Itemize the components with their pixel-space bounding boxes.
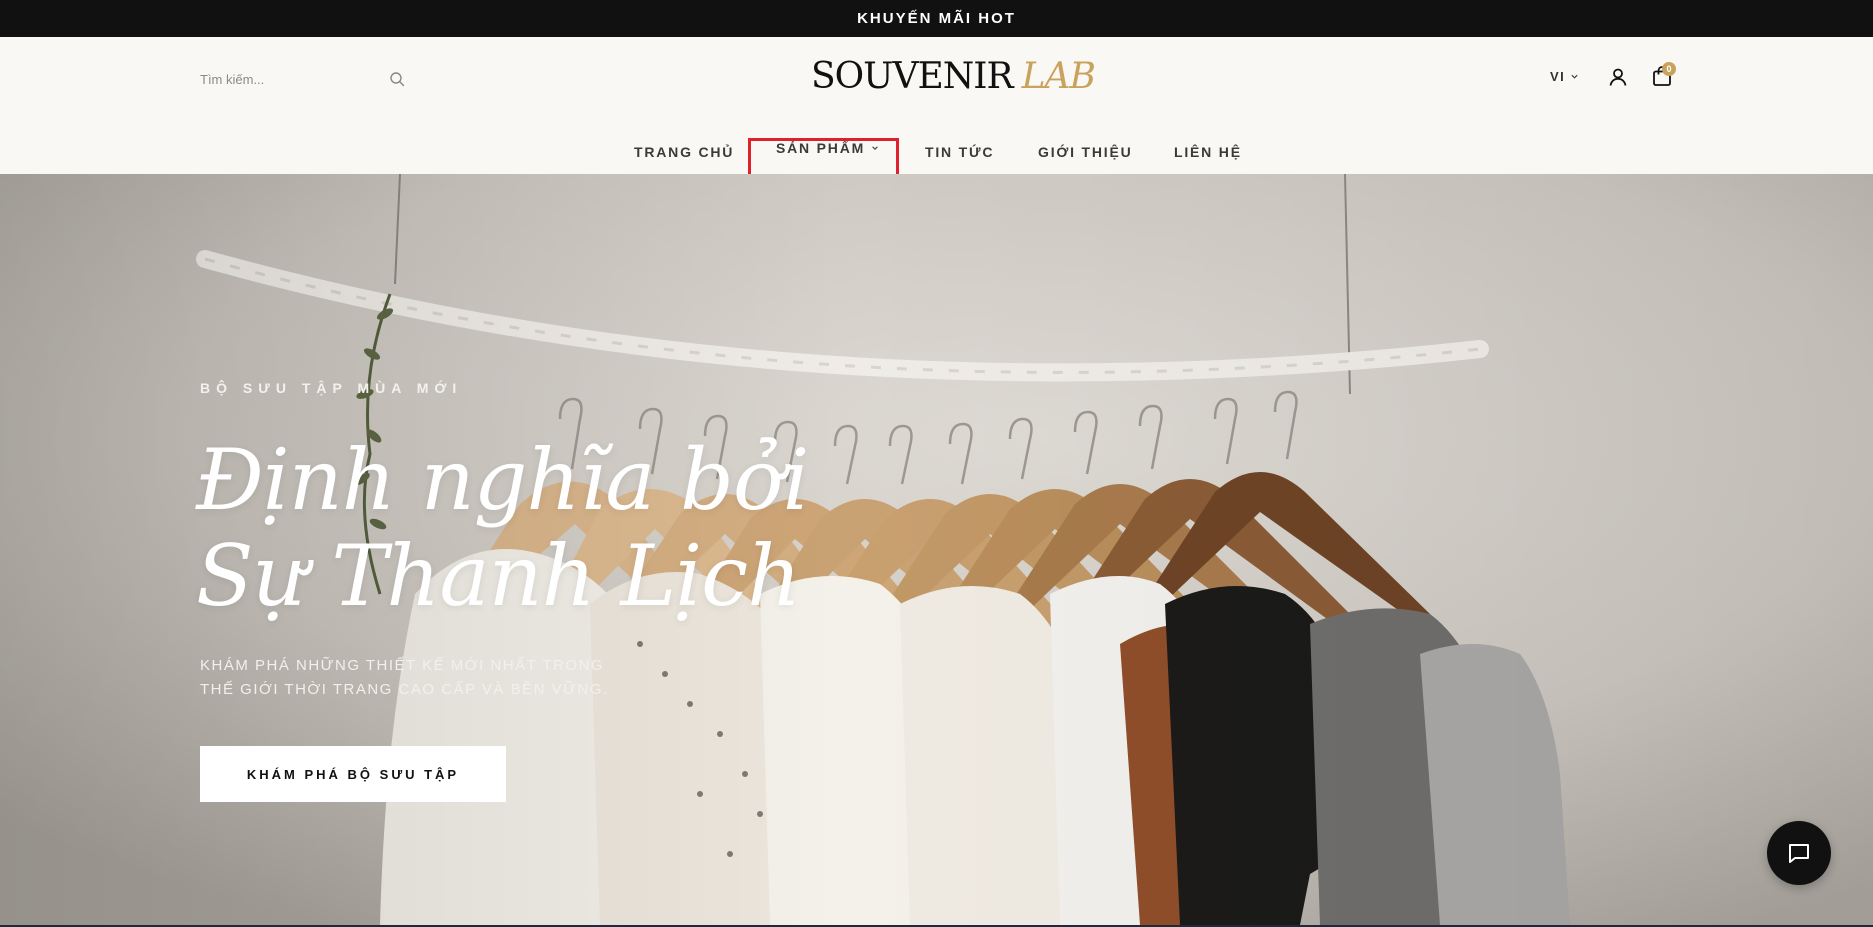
chat-bubble-icon — [1789, 844, 1809, 863]
chevron-down-icon — [872, 146, 878, 150]
main-nav: TRANG CHỦ SẢN PHẨM TIN TỨC GIỚI THIỆU LI… — [0, 137, 1873, 167]
nav-item-about[interactable]: GIỚI THIỆU — [1038, 137, 1133, 167]
hero-headline: Định nghĩa bởi Sự Thanh Lịch — [196, 431, 809, 625]
cart-count-badge: 0 — [1662, 62, 1676, 76]
chat-button[interactable] — [1767, 821, 1831, 885]
nav-item-news[interactable]: TIN TỨC — [925, 137, 994, 167]
nav-item-contact[interactable]: LIÊN HỆ — [1174, 137, 1242, 167]
promo-text[interactable]: KHUYẾN MÃI HOT — [857, 10, 1016, 27]
explore-collection-button[interactable]: KHÁM PHÁ BỘ SƯU TẬP — [200, 746, 506, 802]
search-input[interactable] — [200, 71, 370, 87]
nav-item-products[interactable]: SẢN PHẨM — [776, 133, 879, 163]
nav-item-home[interactable]: TRANG CHỦ — [634, 137, 734, 167]
nav-item-label: SẢN PHẨM — [776, 140, 866, 156]
hero-banner: BỘ SƯU TẬP MÙA MỚI Định nghĩa bởi Sự Tha… — [0, 174, 1873, 925]
hero-subtitle: KHÁM PHÁ NHỮNG THIẾT KẾ MỚI NHẤT TRONG T… — [200, 654, 620, 702]
hero-subtitle-line-2: THẾ GIỚI THỜI TRANG CAO CẤP VÀ BỀN VỮNG. — [200, 681, 609, 698]
user-icon[interactable] — [1607, 66, 1629, 88]
search-icon[interactable] — [389, 71, 405, 87]
search-box — [200, 63, 405, 95]
hero-headline-line-2: Sự Thanh Lịch — [196, 527, 801, 625]
promo-bar[interactable]: KHUYẾN MÃI HOT — [0, 0, 1873, 37]
hero-subtitle-line-1: KHÁM PHÁ NHỮNG THIẾT KẾ MỚI NHẤT TRONG — [200, 657, 605, 674]
hero-headline-line-1: Định nghĩa bởi — [196, 431, 809, 529]
language-selector[interactable]: VI — [1550, 69, 1579, 84]
viewport: KHUYẾN MÃI HOT SOUVENIR LAB VI 0 TRANG C… — [0, 0, 1873, 925]
nav-item-label: GIỚI THIỆU — [1038, 144, 1133, 160]
logo-text-primary: SOUVENIR — [811, 56, 1014, 97]
nav-item-label: LIÊN HỆ — [1174, 144, 1242, 160]
logo[interactable]: SOUVENIR LAB — [811, 55, 1096, 99]
nav-item-label: TIN TỨC — [925, 144, 995, 160]
language-label: VI — [1550, 69, 1566, 84]
hero-eyebrow: BỘ SƯU TẬP MÙA MỚI — [200, 380, 463, 396]
site-header: SOUVENIR LAB VI 0 TRANG CHỦ SẢN PHẨM TIN… — [0, 37, 1873, 224]
nav-item-label: TRANG CHỦ — [634, 144, 735, 160]
logo-text-accent: LAB — [1021, 56, 1096, 97]
chevron-down-icon — [1571, 74, 1578, 79]
